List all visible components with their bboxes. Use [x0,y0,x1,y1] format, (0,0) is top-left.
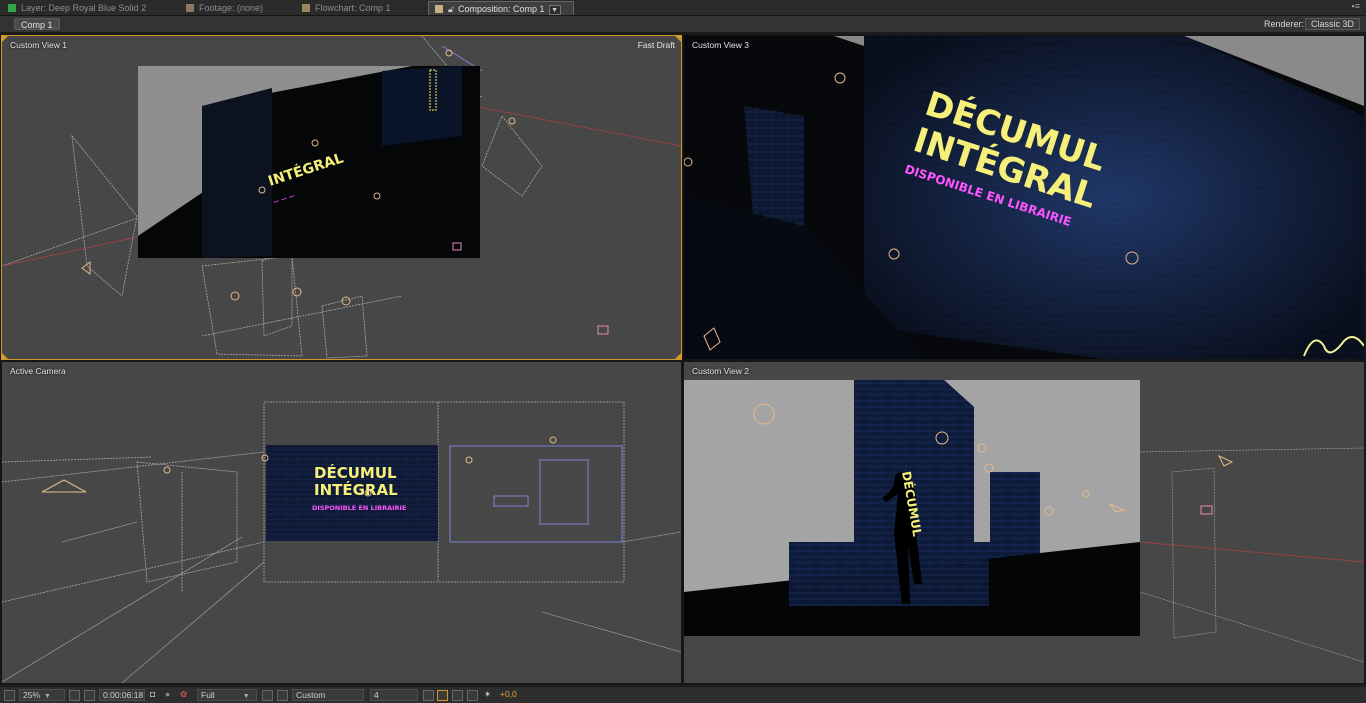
viewport-label: Custom View 3 [692,40,750,50]
panel-tab-bar: Layer: Deep Royal Blue Solid 2 Footage: … [0,0,1366,28]
viewport-active-camera[interactable]: Active Camera DÉCUMUL INTÉGRAL DISPONIBL… [2,362,681,683]
3d-view-value: Custom View... [296,690,326,703]
comp-flowchart-icon[interactable] [467,690,478,701]
composition-header: Comp 1 Renderer: Classic 3D [0,16,1366,33]
viewport-label: Custom View 2 [692,366,750,376]
scene-wireframe: INTÉGRAL — — — [2,36,681,359]
tab-label: Footage: (none) [199,3,264,13]
view-layout-dropdown[interactable]: 4 Views▼ [370,689,418,703]
flowchart-swatch [302,4,310,12]
active-view-corner [675,36,681,42]
tab-label: Flowchart: Comp 1 [315,3,391,13]
lock-icon[interactable]: 🔓︎ [448,2,458,16]
tab-label: Composition: Comp 1 [458,4,545,14]
current-time-field[interactable]: 0:00:06:18 [99,689,145,701]
snapshot-icon[interactable]: ◘ [150,689,155,701]
toggle-pixel-aspect-icon[interactable] [423,690,434,701]
active-view-corner [2,353,8,359]
fast-previews-icon[interactable] [437,690,448,701]
neon-sign-line2: INTÉGRAL [314,480,398,499]
mask-visibility-icon[interactable] [84,690,95,701]
tab-label: Layer: Deep Royal Blue Solid 2 [21,3,147,13]
panel-menu-icon[interactable]: ▪≡ [1352,1,1360,11]
scene-wireframe: DÉCUMUL INTÉGRAL DISPONIBLE EN LIBRAIRIE [2,401,681,683]
scene-render: DÉCUMUL INTÉGRAL DISPONIBLE EN LIBRAIRIE [684,36,1364,359]
transparency-grid-icon[interactable] [277,690,288,701]
3d-view-dropdown[interactable]: Custom View...▼ [292,689,364,703]
viewport-custom-view-2[interactable]: Custom View 2 DÉCUMUL [684,362,1364,683]
channel-rgb-icon[interactable]: ✿ [180,689,187,701]
timeline-icon[interactable] [452,690,463,701]
tab-flowchart[interactable]: Flowchart: Comp 1 [296,1,424,15]
tab-composition[interactable]: 🔓︎Composition: Comp 1▼× [428,1,574,28]
resolution-dropdown[interactable]: Full ▼ [197,689,257,701]
active-view-corner [2,36,8,42]
viewport-custom-view-3[interactable]: Custom View 3 DÉCUMUL INTÉGRAL DISPONIBL… [684,36,1364,359]
viewport-label: Active Camera [10,366,66,376]
reset-exposure-icon[interactable]: ✶ [484,689,491,701]
fast-draft-label: Fast Draft [637,40,675,50]
magnification-value: 25% [23,690,41,700]
viewport-custom-view-1[interactable]: Custom View 1 Fast Draft INTÉGRAL — — — [1,35,682,360]
renderer-label: Renderer: [1263,19,1304,29]
neon-sign-line1: DÉCUMUL [314,463,397,482]
grid-guide-icon[interactable] [69,690,80,701]
region-of-interest-icon[interactable] [262,690,273,701]
tab-layer[interactable]: Layer: Deep Royal Blue Solid 2 [2,1,178,15]
scene-render: DÉCUMUL [684,380,1364,663]
comp-navigator-chip[interactable]: Comp 1 [14,18,60,30]
viewport-label: Custom View 1 [10,40,68,50]
magnification-dropdown[interactable]: 25% ▼ [19,689,65,701]
composition-swatch [435,5,443,13]
renderer-button[interactable]: Classic 3D [1304,18,1360,30]
composition-viewer[interactable]: Custom View 1 Fast Draft INTÉGRAL — — — … [0,34,1366,685]
exposure-value[interactable]: +0,0 [500,689,517,701]
tab-footage[interactable]: Footage: (none) [180,1,296,15]
viewer-toolbar: 25%▼ 0:00:06:18 ◘ ● ✿ Full▼ Custom View.… [0,686,1366,703]
resolution-value: Full [201,690,215,700]
neon-sign-line3: DISPONIBLE EN LIBRAIRIE [312,504,406,512]
active-view-corner [675,353,681,359]
layer-color-swatch [8,4,16,12]
always-preview-icon[interactable] [4,690,15,701]
tab-dropdown-button[interactable]: ▼ [548,5,561,15]
view-layout-value: 4 Views [374,690,397,703]
footage-swatch [186,4,194,12]
show-snapshot-icon[interactable]: ● [165,689,170,701]
